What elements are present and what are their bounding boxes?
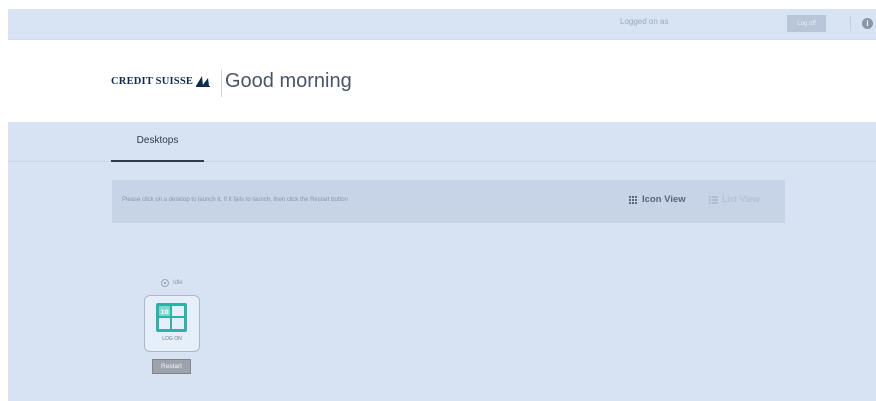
- top-utility-bar: Logged on as Log off i: [8, 9, 876, 40]
- logoff-button[interactable]: Log off: [787, 15, 826, 32]
- instruction-text: Please click on a desktop to launch it. …: [122, 197, 348, 203]
- tab-bar: Desktops: [8, 122, 876, 162]
- instruction-banner: Please click on a desktop to launch it. …: [112, 180, 785, 223]
- tab-desktops[interactable]: Desktops: [111, 122, 204, 162]
- list-icon: [709, 195, 718, 204]
- desktop-tile[interactable]: 10 LOG ON: [144, 295, 200, 352]
- windows-10-icon: 10: [156, 303, 187, 332]
- header-divider: [221, 70, 222, 97]
- logon-label: LOG ON: [162, 336, 182, 342]
- list-view-button[interactable]: List View: [709, 194, 760, 205]
- icon-view-label: Icon View: [642, 194, 686, 205]
- credit-suisse-logo: CREDIT SUISSE: [111, 75, 211, 87]
- icon-view-button[interactable]: Icon View: [629, 194, 686, 205]
- topbar-divider: [850, 16, 851, 31]
- logged-on-text: Logged on as: [620, 17, 669, 26]
- app-shell: Logged on as Log off i CREDIT SUISSE Goo…: [8, 9, 876, 401]
- list-view-label: List View: [722, 194, 760, 205]
- restart-button[interactable]: Restart: [152, 359, 191, 374]
- status-label: Idle: [173, 280, 183, 286]
- info-icon[interactable]: i: [862, 18, 873, 29]
- greeting-title: Good morning: [225, 70, 352, 92]
- page: Logged on as Log off i CREDIT SUISSE Goo…: [0, 0, 876, 401]
- sails-icon: [196, 76, 211, 87]
- header: CREDIT SUISSE Good morning: [8, 40, 876, 122]
- status-indicator-icon: [161, 279, 169, 287]
- svg-text:10: 10: [160, 309, 168, 316]
- desktop-status: Idle: [161, 279, 183, 287]
- grid-icon: [629, 195, 637, 204]
- brand-wordmark: CREDIT SUISSE: [111, 75, 194, 87]
